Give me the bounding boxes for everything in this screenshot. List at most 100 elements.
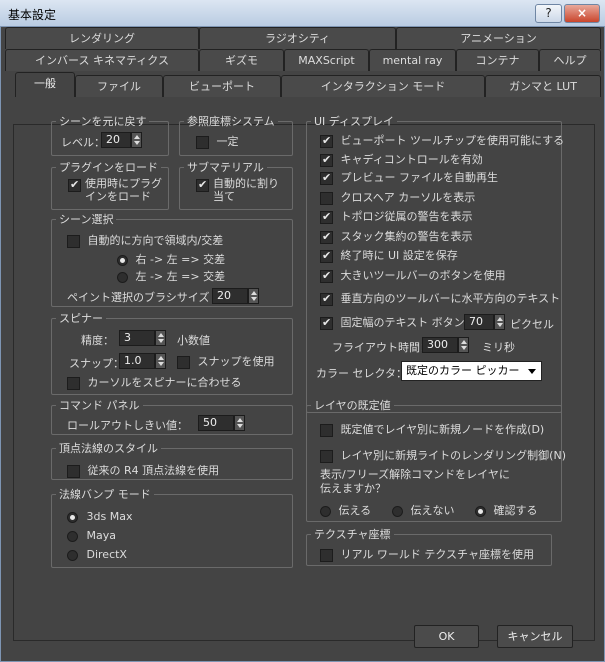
left-right-option[interactable]: 左 -> 左 => 交差 xyxy=(117,268,225,284)
tab-interaction-mode[interactable]: インタラクション モード xyxy=(281,75,485,97)
spinner-arrows-icon[interactable] xyxy=(234,415,245,431)
fixed-width-value[interactable]: 70 xyxy=(464,314,494,330)
auto-assign-checkbox[interactable] xyxy=(196,178,209,192)
right-left-radio[interactable] xyxy=(117,254,128,266)
new-nodes-option[interactable]: 既定値でレイヤ別に新規ノードを作成(D) xyxy=(320,421,544,437)
bump-maya-radio[interactable] xyxy=(67,530,78,542)
crosshair-option[interactable]: クロスヘア カーソルを表示 xyxy=(320,189,475,205)
spinner-arrows-icon[interactable] xyxy=(494,314,505,330)
auto-direction-checkbox[interactable] xyxy=(67,234,80,248)
new-nodes-checkbox[interactable] xyxy=(320,423,333,437)
command-panel-title: コマンド パネル xyxy=(59,399,140,412)
auto-assign-option[interactable] xyxy=(196,178,209,192)
fixed-width-option[interactable]: 固定幅のテキスト ボタン： xyxy=(320,314,476,330)
constant-checkbox[interactable] xyxy=(196,135,209,149)
load-on-use-option[interactable] xyxy=(68,178,81,192)
ask-radio[interactable] xyxy=(475,505,486,517)
constant-option[interactable]: 一定 xyxy=(196,133,239,149)
propagate-radio[interactable] xyxy=(320,505,331,517)
propagate-option[interactable]: 伝える xyxy=(320,502,371,518)
auto-direction-option[interactable]: 自動的に方向で領域内/交差 xyxy=(67,232,223,248)
bump-directx-option[interactable]: DirectX xyxy=(67,548,127,561)
tab-animation[interactable]: アニメーション xyxy=(396,27,601,49)
wrap-cursor-checkbox[interactable] xyxy=(67,376,80,390)
snap-spinner[interactable]: 1.0 xyxy=(119,353,166,369)
spinner-arrows-icon[interactable] xyxy=(248,288,259,304)
right-left-option[interactable]: 右 -> 左 => 交差 xyxy=(117,251,225,267)
tab-mental-ray[interactable]: mental ray xyxy=(369,49,456,71)
precision-spinner[interactable]: 3 xyxy=(119,330,166,346)
cancel-button[interactable]: キャンセル xyxy=(497,625,573,648)
tab-radiosity[interactable]: ラジオシティ xyxy=(199,27,396,49)
vertical-text-option[interactable]: 垂直方向のツールバーに水平方向のテキスト xyxy=(320,290,560,306)
bump-maya-option[interactable]: Maya xyxy=(67,529,116,542)
spinner-arrows-icon[interactable] xyxy=(155,353,166,369)
undo-level-spinner[interactable]: 20 xyxy=(101,132,142,148)
tab-containers[interactable]: コンテナ xyxy=(456,49,539,71)
use-snap-checkbox[interactable] xyxy=(177,355,190,369)
stack-collapse-checkbox[interactable] xyxy=(320,230,333,244)
caddy-checkbox[interactable] xyxy=(320,153,333,167)
legacy-r4-option[interactable]: 従来の R4 頂点法線を使用 xyxy=(67,462,219,478)
spinner-title: スピナー xyxy=(59,312,103,325)
close-button[interactable]: × xyxy=(564,4,600,23)
flyout-value[interactable]: 300 xyxy=(422,337,458,353)
save-ui-option[interactable]: 終了時に UI 設定を保存 xyxy=(320,247,458,263)
autoplay-checkbox[interactable] xyxy=(320,171,333,185)
undo-level-value[interactable]: 20 xyxy=(101,132,131,148)
save-ui-checkbox[interactable] xyxy=(320,249,333,263)
spinner-arrows-icon[interactable] xyxy=(458,337,469,353)
tab-general[interactable]: 一般 xyxy=(15,72,75,97)
fixed-width-checkbox[interactable] xyxy=(320,316,333,330)
fixed-width-label: 固定幅のテキスト ボタン： xyxy=(340,316,476,329)
spinner-arrows-icon[interactable] xyxy=(131,132,142,148)
topology-warning-checkbox[interactable] xyxy=(320,210,333,224)
tab-viewports[interactable]: ビューポート xyxy=(163,75,281,97)
left-right-radio[interactable] xyxy=(117,271,128,283)
paint-brush-spinner[interactable]: 20 xyxy=(212,288,259,304)
real-world-option[interactable]: リアル ワールド テクスチャ座標を使用 xyxy=(320,546,534,562)
bump-directx-radio[interactable] xyxy=(67,549,78,561)
rollout-spinner[interactable]: 50 xyxy=(198,415,245,431)
tab-rendering[interactable]: レンダリング xyxy=(5,27,199,49)
snap-value[interactable]: 1.0 xyxy=(119,353,155,369)
load-on-use-checkbox[interactable] xyxy=(68,178,81,192)
color-selector-dropdown[interactable]: 既定のカラー ピッカー xyxy=(401,361,542,381)
large-buttons-checkbox[interactable] xyxy=(320,269,333,283)
paint-brush-value[interactable]: 20 xyxy=(212,288,248,304)
real-world-checkbox[interactable] xyxy=(320,548,333,562)
new-lights-checkbox[interactable] xyxy=(320,449,333,463)
tab-inverse-kinematics[interactable]: インバース キネマティクス xyxy=(5,49,199,71)
dont-propagate-option[interactable]: 伝えない xyxy=(392,502,455,518)
spinner-arrows-icon[interactable] xyxy=(155,330,166,346)
tab-maxscript[interactable]: MAXScript xyxy=(284,49,369,71)
use-snap-option[interactable]: スナップを使用 xyxy=(177,353,275,369)
help-button[interactable]: ? xyxy=(535,4,562,23)
dont-propagate-radio[interactable] xyxy=(392,505,403,517)
caddy-option[interactable]: キャディコントロールを有効 xyxy=(320,151,483,167)
tab-files[interactable]: ファイル xyxy=(75,75,163,97)
viewport-tooltips-option[interactable]: ビューポート ツールチップを使用可能にする xyxy=(320,132,564,148)
large-buttons-option[interactable]: 大きいツールバーのボタンを使用 xyxy=(320,267,506,283)
new-lights-option[interactable]: レイヤ別に新規ライトのレンダリング制御(N) xyxy=(320,447,566,463)
vertical-text-checkbox[interactable] xyxy=(320,292,333,306)
stack-collapse-option[interactable]: スタック集約の警告を表示 xyxy=(320,228,473,244)
bump-3dsmax-option[interactable]: 3ds Max xyxy=(67,510,132,523)
precision-value[interactable]: 3 xyxy=(119,330,155,346)
fixed-width-spinner[interactable]: 70 xyxy=(464,314,505,330)
ok-button[interactable]: OK xyxy=(414,625,479,648)
ask-option[interactable]: 確認する xyxy=(475,502,538,518)
flyout-spinner[interactable]: 300 xyxy=(422,337,469,353)
legacy-r4-checkbox[interactable] xyxy=(67,464,80,478)
topology-warning-option[interactable]: トポロジ従属の警告を表示 xyxy=(320,208,473,224)
viewport-tooltips-checkbox[interactable] xyxy=(320,134,333,148)
tab-gizmo[interactable]: ギズモ xyxy=(199,49,284,71)
crosshair-checkbox[interactable] xyxy=(320,191,333,205)
tab-help[interactable]: ヘルプ xyxy=(539,49,601,71)
autoplay-option[interactable]: プレビュー ファイルを自動再生 xyxy=(320,169,498,185)
bump-3dsmax-radio[interactable] xyxy=(67,511,78,523)
scene-select-title: シーン選択 xyxy=(59,213,114,226)
rollout-value[interactable]: 50 xyxy=(198,415,234,431)
wrap-cursor-option[interactable]: カーソルをスピナーに合わせる xyxy=(67,374,242,390)
tab-gamma-lut[interactable]: ガンマと LUT xyxy=(485,75,601,97)
